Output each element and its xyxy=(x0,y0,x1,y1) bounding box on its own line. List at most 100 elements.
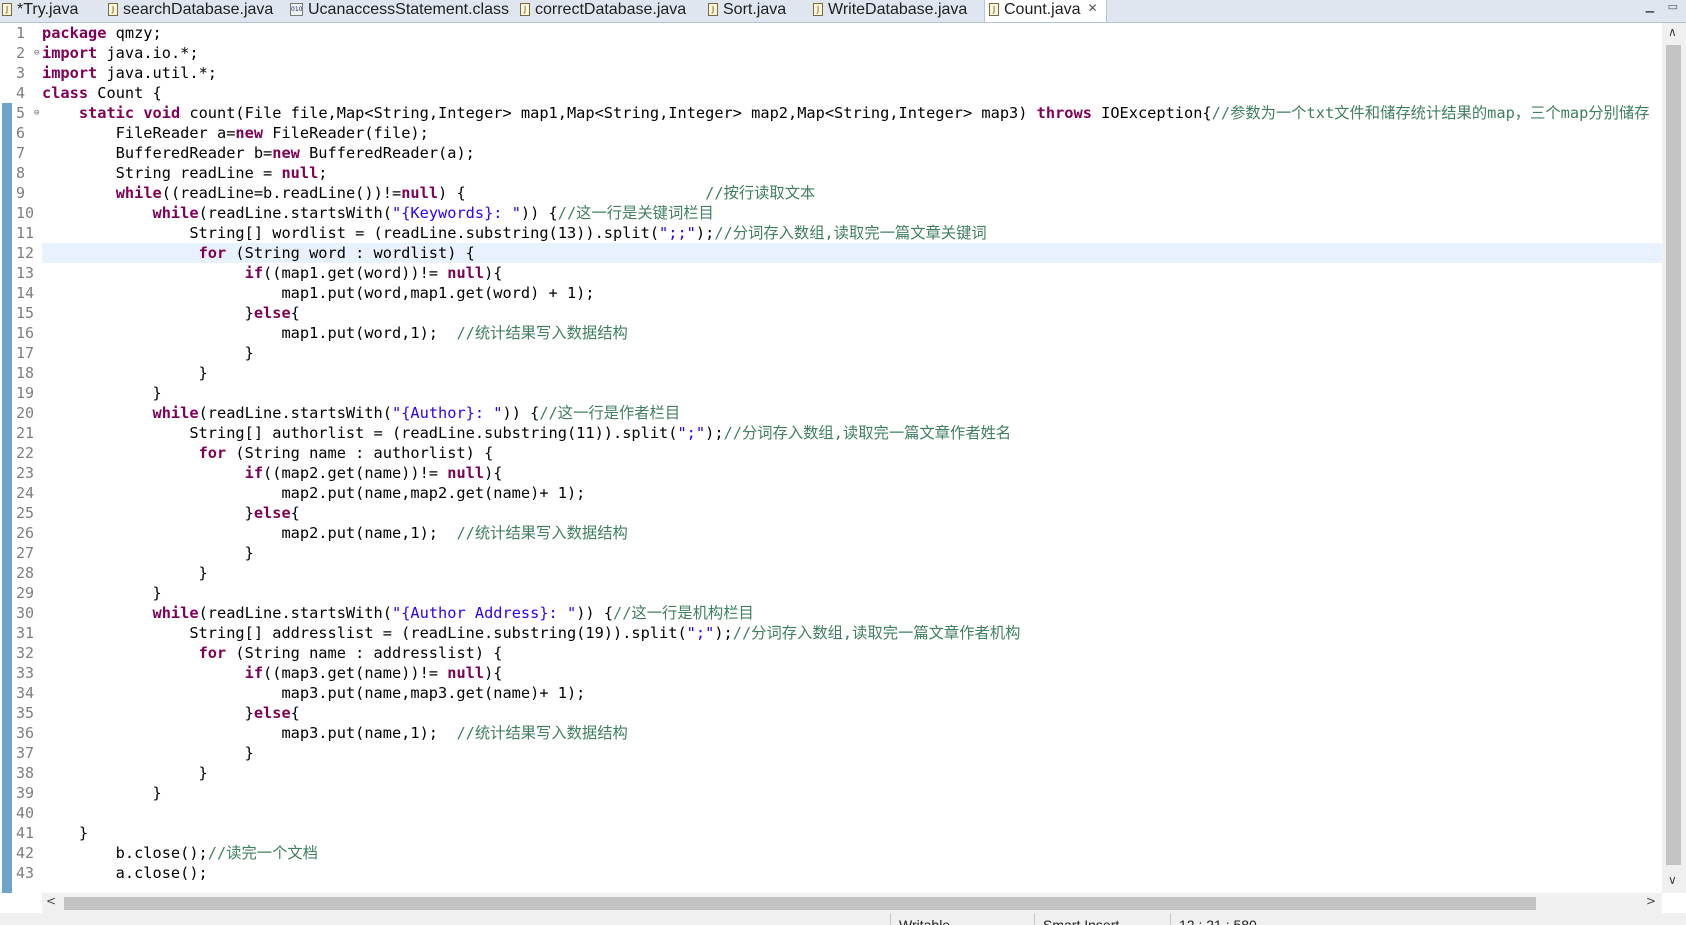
code-line[interactable]: FileReader a=new FileReader(file); xyxy=(42,123,1662,143)
code-line[interactable]: map1.put(word,map1.get(word) + 1); xyxy=(42,283,1662,303)
tab-sort-java[interactable]: J Sort.java xyxy=(708,0,786,22)
line-number: 2 ⊖ xyxy=(12,43,42,63)
fold-toggle-icon[interactable]: ⊖ xyxy=(34,103,39,123)
tab-count-java[interactable]: J Count.java ✕ xyxy=(984,0,1107,22)
code-editor[interactable]: 1 2 ⊖ 3 4 5 ⊖ 6 7 8 9 10 11 12 13 14 15 16 17 18 19 20 21 22 23 2… xyxy=(0,23,1686,893)
line-number-text: 32 xyxy=(16,644,35,662)
status-cursor-position: 12 : 21 : 580 xyxy=(1170,913,1309,925)
line-number-text: 21 xyxy=(16,424,35,442)
line-number-text: 28 xyxy=(16,564,35,582)
line-number: 1 xyxy=(12,23,42,43)
line-number-text: 33 xyxy=(16,664,35,682)
code-line[interactable]: map1.put(word,1); //统计结果写入数据结构 xyxy=(42,323,1662,343)
scroll-right-icon[interactable]: > xyxy=(1646,894,1656,908)
code-line[interactable]: static void count(File file,Map<String,I… xyxy=(42,103,1662,123)
code-line[interactable]: map2.put(name,1); //统计结果写入数据结构 xyxy=(42,523,1662,543)
close-icon[interactable]: ✕ xyxy=(1088,0,1098,16)
status-insert-mode[interactable]: Smart Insert xyxy=(1034,913,1171,925)
tab-label: correctDatabase.java xyxy=(535,1,687,18)
tab-label: Sort.java xyxy=(723,1,787,18)
code-line[interactable]: map2.put(name,map2.get(name)+ 1); xyxy=(42,483,1662,503)
horizontal-scroll-thumb[interactable] xyxy=(64,897,1536,910)
code-line[interactable]: } xyxy=(42,823,1662,843)
line-number-text: 40 xyxy=(16,804,35,822)
code-line[interactable]: while(readLine.startsWith("{Author}: "))… xyxy=(42,403,1662,423)
maximize-icon[interactable]: ▭ xyxy=(1668,0,1678,13)
window-controls: ▁ ▭ xyxy=(1636,0,1678,13)
code-line[interactable]: for (String name : addresslist) { xyxy=(42,643,1662,663)
code-line[interactable]: BufferedReader b=new BufferedReader(a); xyxy=(42,143,1662,163)
code-line[interactable]: } xyxy=(42,563,1662,583)
code-line[interactable]: } xyxy=(42,343,1662,363)
line-number-text: 24 xyxy=(16,484,35,502)
line-number: 18 xyxy=(12,363,42,383)
scroll-down-icon[interactable]: ∨ xyxy=(1668,873,1677,887)
line-number-text: 19 xyxy=(16,384,35,402)
tab-try-java[interactable]: J *Try.java xyxy=(2,0,78,22)
code-line[interactable]: for (String name : authorlist) { xyxy=(42,443,1662,463)
code-line[interactable]: } xyxy=(42,363,1662,383)
code-line[interactable] xyxy=(42,803,1662,823)
code-line[interactable]: if((map3.get(name))!= null){ xyxy=(42,663,1662,683)
horizontal-scrollbar[interactable]: < > xyxy=(42,893,1662,913)
code-line[interactable]: map3.put(name,map3.get(name)+ 1); xyxy=(42,683,1662,703)
code-line[interactable]: map3.put(name,1); //统计结果写入数据结构 xyxy=(42,723,1662,743)
code-line[interactable]: import java.util.*; xyxy=(42,63,1662,83)
java-file-icon: J xyxy=(989,3,999,16)
code-line[interactable]: } xyxy=(42,583,1662,603)
line-number-text: 26 xyxy=(16,524,35,542)
line-number: 31 xyxy=(12,623,42,643)
code-line[interactable]: }else{ xyxy=(42,303,1662,323)
code-line[interactable]: }else{ xyxy=(42,503,1662,523)
code-line[interactable]: b.close();//读完一个文档 xyxy=(42,843,1662,863)
vertical-scrollbar[interactable]: ∧ ∨ xyxy=(1662,23,1686,893)
code-line[interactable]: while(readLine.startsWith("{Author Addre… xyxy=(42,603,1662,623)
code-line[interactable]: import java.io.*; xyxy=(42,43,1662,63)
code-line[interactable]: if((map2.get(name))!= null){ xyxy=(42,463,1662,483)
line-number: 10 xyxy=(12,203,42,223)
code-line[interactable]: a.close(); xyxy=(42,863,1662,883)
code-line[interactable]: } xyxy=(42,743,1662,763)
line-number-text: 1 xyxy=(16,24,26,42)
code-line[interactable]: String[] authorlist = (readLine.substrin… xyxy=(42,423,1662,443)
tab-ucanaccessstatement-class[interactable]: 010 UcanaccessStatement.class xyxy=(290,0,509,22)
code-line[interactable]: package qmzy; xyxy=(42,23,1662,43)
line-number: 40 xyxy=(12,803,42,823)
minimize-icon[interactable]: ▁ xyxy=(1646,0,1654,13)
line-number-text: 7 xyxy=(16,144,26,162)
code-line[interactable]: for (String word : wordlist) { xyxy=(42,243,1662,263)
tab-searchdatabase-java[interactable]: J searchDatabase.java xyxy=(108,0,273,22)
tab-correctdatabase-java[interactable]: J correctDatabase.java xyxy=(520,0,686,22)
scroll-left-icon[interactable]: < xyxy=(46,894,56,908)
scroll-up-icon[interactable]: ∧ xyxy=(1668,25,1677,39)
line-number: 6 xyxy=(12,123,42,143)
code-line[interactable]: while((readLine=b.readLine())!=null) { /… xyxy=(42,183,1662,203)
line-number-text: 4 xyxy=(16,84,26,102)
status-writable: Writable xyxy=(890,913,1034,925)
code-line[interactable]: } xyxy=(42,543,1662,563)
code-line[interactable]: String[] wordlist = (readLine.substring(… xyxy=(42,223,1662,243)
line-number: 30 xyxy=(12,603,42,623)
change-ruler xyxy=(0,23,12,893)
code-line[interactable]: while(readLine.startsWith("{Keywords}: "… xyxy=(42,203,1662,223)
fold-toggle-icon[interactable]: ⊖ xyxy=(34,43,39,63)
code-line[interactable]: String readLine = null; xyxy=(42,163,1662,183)
code-line[interactable]: String[] addresslist = (readLine.substri… xyxy=(42,623,1662,643)
code-line[interactable]: } xyxy=(42,763,1662,783)
line-number: 38 xyxy=(12,763,42,783)
code-line[interactable]: } xyxy=(42,383,1662,403)
line-number-text: 16 xyxy=(16,324,35,342)
code-line[interactable]: }else{ xyxy=(42,703,1662,723)
vertical-scroll-thumb[interactable] xyxy=(1666,45,1681,865)
line-number-text: 11 xyxy=(16,224,35,242)
tab-writedatabase-java[interactable]: J WriteDatabase.java xyxy=(813,0,967,22)
code-line[interactable]: } xyxy=(42,783,1662,803)
line-number: 3 xyxy=(12,63,42,83)
line-number-text: 39 xyxy=(16,784,35,802)
line-number: 15 xyxy=(12,303,42,323)
line-number: 13 xyxy=(12,263,42,283)
code-line[interactable]: if((map1.get(word))!= null){ xyxy=(42,263,1662,283)
code-line[interactable]: class Count { xyxy=(42,83,1662,103)
code-text-area[interactable]: package qmzy; import java.io.*; import jav… xyxy=(42,23,1662,883)
status-bar: Writable Smart Insert 12 : 21 : 580 xyxy=(0,913,1686,925)
